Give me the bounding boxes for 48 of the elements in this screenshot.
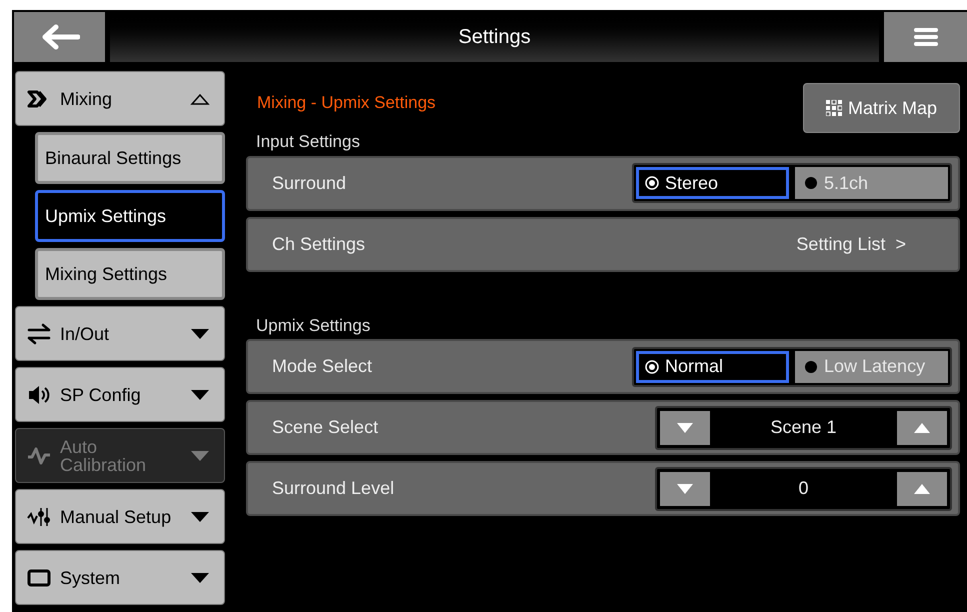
row-label: Ch Settings (272, 232, 366, 256)
sidebar-item[interactable]: Mixing (15, 71, 225, 126)
caret-down-icon (676, 482, 694, 494)
radio-on-icon (645, 176, 659, 190)
decrement-button[interactable] (660, 410, 710, 444)
stepper-value: Scene 1 (770, 416, 837, 439)
menu-button[interactable] (884, 12, 967, 62)
caret-down-icon (190, 388, 210, 400)
sidebar-item[interactable]: Manual Setup (15, 489, 225, 544)
sidebar-item[interactable]: SP Config (15, 367, 225, 422)
caret-down-icon (676, 422, 694, 434)
increment-button[interactable] (896, 472, 947, 506)
breadcrumb: Mixing - Upmix Settings (257, 92, 436, 114)
sidebar-subitem[interactable]: Mixing Settings (35, 248, 225, 300)
caret-down-icon (190, 510, 210, 522)
radio-option[interactable]: Normal (636, 350, 789, 382)
caret-up-icon (913, 422, 931, 434)
radio-option[interactable]: Stereo (636, 167, 789, 199)
section-heading: Upmix Settings (256, 314, 372, 336)
row-label: Surround Level (272, 477, 396, 500)
section-heading: Input Settings (256, 131, 361, 153)
radio-off-icon (804, 176, 818, 190)
row-label: Surround (272, 172, 348, 194)
caret-down-icon (190, 450, 210, 462)
window-title: Settings (458, 25, 531, 50)
menu-icon (914, 27, 938, 47)
decrement-button[interactable] (660, 472, 710, 506)
matrix-map-button[interactable]: Matrix Map (803, 83, 960, 133)
back-arrow-icon (40, 24, 80, 50)
caret-up-icon (912, 482, 931, 494)
sidebar-subitem[interactable]: Binaural Settings (35, 132, 225, 184)
sidebar-item[interactable]: In/Out (15, 306, 225, 361)
stepper-value: 0 (798, 477, 808, 500)
caret-down-icon (190, 328, 210, 340)
swap-arrows-icon (26, 322, 52, 346)
sidebar-subitem[interactable]: Upmix Settings (35, 190, 225, 242)
settings-row[interactable]: Ch Settings Setting List > (246, 216, 960, 272)
sidebar-item: Auto Calibration (15, 428, 225, 483)
grid-icon (826, 100, 842, 116)
row-label: Scene Select (272, 416, 380, 439)
back-button[interactable] (14, 12, 105, 62)
setting-list-link: Setting List > (796, 232, 906, 256)
caret-up-icon (190, 92, 210, 104)
row-label: Mode Select (272, 355, 374, 378)
radio-off-icon (804, 360, 818, 374)
caret-down-icon (190, 572, 210, 584)
sidebar-item[interactable]: System (15, 550, 225, 605)
radio-on-icon (645, 360, 659, 374)
